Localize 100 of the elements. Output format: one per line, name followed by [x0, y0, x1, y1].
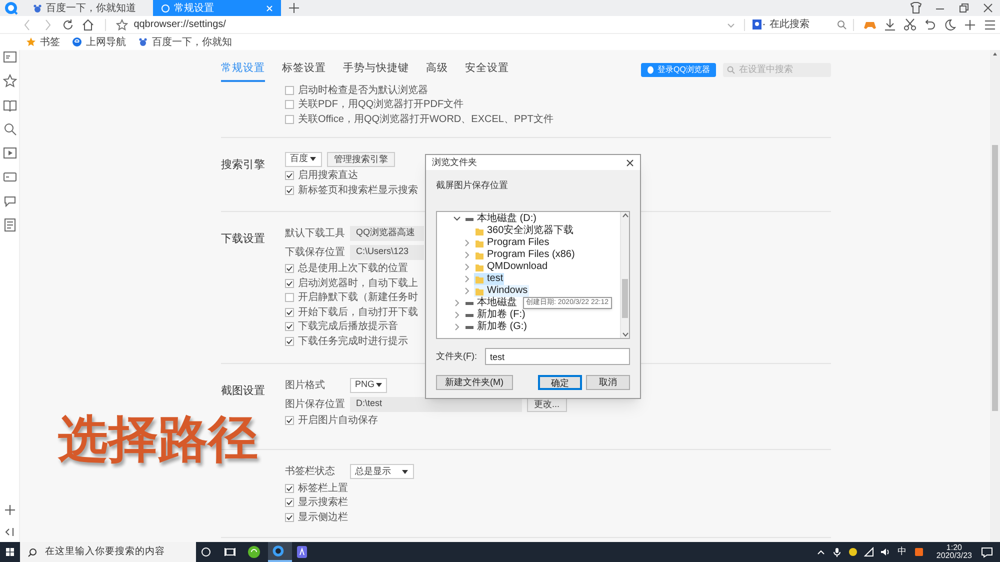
menu-icon[interactable] [982, 18, 997, 32]
home-icon[interactable] [80, 18, 95, 32]
settings-tab[interactable]: 手势与快捷键 [343, 58, 409, 82]
text-field[interactable]: QQ浏览器高速 [350, 226, 424, 240]
dropdown[interactable]: 百度 [285, 152, 322, 166]
collapse-chevron-icon[interactable] [453, 215, 461, 223]
checkbox[interactable] [285, 278, 294, 288]
checkbox[interactable] [285, 484, 294, 493]
expand-chevron-icon[interactable] [453, 323, 461, 331]
add-icon[interactable] [4, 504, 16, 516]
bookmark-item[interactable]: 上网导航 [72, 34, 126, 50]
tree-item[interactable]: test [474, 273, 504, 285]
checkbox[interactable] [285, 336, 294, 346]
field-label: 默认下载工具 [285, 226, 345, 240]
tree-item[interactable]: 新加卷 (G:) [464, 321, 528, 333]
checkbox[interactable] [285, 114, 294, 124]
scrollbar-thumb[interactable] [992, 145, 998, 412]
chat-icon[interactable] [2, 194, 16, 208]
checkbox[interactable] [285, 498, 294, 508]
checkbox[interactable] [285, 308, 294, 317]
skin-icon[interactable] [909, 1, 923, 15]
expand-chevron-icon[interactable] [463, 275, 471, 283]
tree-item[interactable]: Program Files (x86) [474, 249, 576, 261]
checkbox[interactable] [285, 416, 294, 426]
document-icon[interactable] [2, 218, 16, 232]
checkbox[interactable] [285, 100, 294, 110]
dialog-button[interactable]: 确定 [538, 375, 582, 390]
tree-item[interactable]: 新加卷 (F:) [464, 309, 526, 321]
tray-app-icon[interactable] [848, 547, 858, 557]
address-field[interactable]: qqbrowser://settings/ [134, 17, 616, 32]
checkbox[interactable] [285, 293, 294, 302]
close-icon[interactable] [626, 158, 634, 166]
book-icon[interactable] [2, 98, 16, 112]
settings-button[interactable]: 管理搜索引擎 [327, 152, 395, 166]
checkbox[interactable] [285, 86, 294, 95]
checkbox-label: 新标签页和搜索栏显示搜索 [298, 184, 418, 198]
tree-item[interactable]: QMDownload [474, 261, 549, 273]
checkbox-label: 启动浏览器时，自动下载上 [298, 276, 418, 291]
settings-tab[interactable]: 高级 [426, 58, 448, 82]
search-field[interactable]: 在此搜索 [752, 17, 848, 32]
settings-tab[interactable]: 安全设置 [465, 58, 509, 82]
close-icon[interactable] [981, 1, 995, 15]
collapse-icon[interactable] [4, 526, 16, 538]
tree-item[interactable]: 本地磁盘 (D:) [464, 213, 538, 225]
expand-chevron-icon[interactable] [463, 263, 471, 271]
new-tab-icon[interactable] [289, 0, 299, 16]
expand-chevron-icon[interactable] [463, 251, 471, 259]
ime-indicator[interactable]: 中 [897, 545, 906, 559]
id-card-icon[interactable] [2, 50, 16, 64]
notification-icon[interactable] [980, 545, 994, 559]
checkbox[interactable] [285, 186, 294, 195]
text-field[interactable]: C:\Users\123 [350, 244, 424, 260]
browser-tab[interactable]: 百度一下，你就知道 [25, 0, 153, 16]
restore-icon[interactable] [957, 1, 971, 15]
checkbox-label: 标签栏上置 [298, 482, 348, 496]
bookmark-item[interactable]: 书签 [26, 34, 60, 50]
bookmark-star-icon[interactable] [116, 18, 128, 30]
checkbox[interactable] [285, 171, 294, 180]
clock[interactable]: 1:20 2020/3/23 [936, 544, 972, 560]
speaker-icon[interactable] [880, 547, 890, 557]
browser-app-icon[interactable] [268, 542, 292, 562]
expand-chevron-icon[interactable] [453, 299, 461, 307]
tray-app-icon[interactable] [914, 547, 924, 557]
browser-logo-icon[interactable] [2, 0, 20, 16]
checkbox[interactable] [285, 264, 294, 274]
dropdown[interactable]: PNG [350, 378, 387, 392]
microphone-icon[interactable] [832, 547, 842, 557]
dropdown[interactable]: 总是显示 [350, 464, 414, 479]
scrollbar-thumb[interactable] [622, 279, 628, 318]
scroll-down-icon[interactable] [622, 331, 628, 338]
expand-chevron-icon[interactable] [463, 287, 471, 295]
checkbox[interactable] [285, 322, 294, 332]
search-icon[interactable] [2, 122, 16, 136]
paw-icon [33, 4, 42, 12]
download-icon[interactable] [882, 18, 897, 32]
dialog-button[interactable]: 取消 [586, 375, 630, 390]
checkbox[interactable] [285, 512, 294, 522]
moon-icon[interactable] [942, 18, 957, 32]
add-icon[interactable] [962, 18, 977, 32]
dialog-button[interactable]: 新建文件夹(M) [436, 375, 512, 390]
scroll-up-icon[interactable] [622, 212, 628, 219]
settings-tab[interactable]: 标签设置 [282, 58, 326, 82]
tree-item[interactable]: Program Files [474, 237, 550, 249]
expand-chevron-icon[interactable] [453, 311, 461, 319]
reload-icon[interactable] [60, 18, 75, 32]
checkbox-label: 启动时检查是否为默认浏览器 [298, 84, 428, 98]
folder-name-field[interactable]: test [485, 348, 630, 365]
scissors-icon[interactable] [902, 18, 917, 32]
tree-item[interactable]: 360安全浏览器下载 [474, 225, 575, 237]
field-label: 下载保存位置 [285, 246, 345, 260]
tree-item[interactable]: Windows [474, 285, 529, 297]
star-icon[interactable] [2, 74, 16, 88]
video-icon[interactable] [2, 146, 16, 160]
network-icon[interactable] [864, 547, 874, 557]
tree-item[interactable]: 本地磁盘 [464, 297, 518, 309]
expand-chevron-icon[interactable] [463, 239, 471, 247]
field-label: 图片保存位置 [285, 398, 345, 412]
taskbar-search-field[interactable]: 在这里输入你要搜索的内容 [20, 542, 196, 562]
bookmark-item[interactable]: 百度一下，你就知 [138, 34, 232, 50]
undo-icon[interactable] [922, 18, 937, 32]
